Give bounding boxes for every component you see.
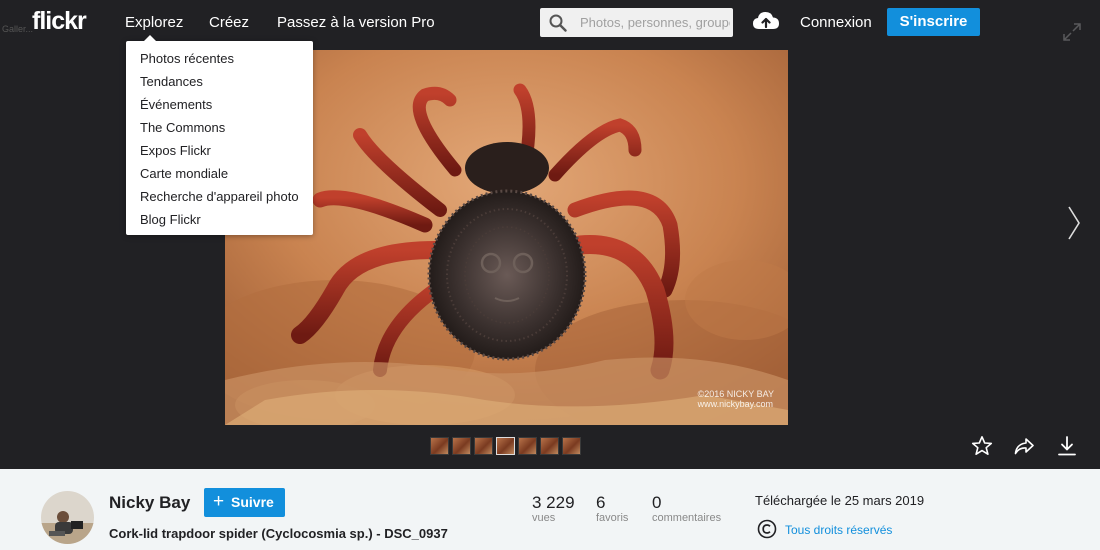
menu-item-events[interactable]: Événements — [140, 97, 212, 112]
license-link[interactable]: Tous droits réservés — [785, 523, 892, 537]
photo-page: Galler... flickr Explorez Créez Passez à… — [0, 0, 1100, 550]
comments-label: commentaires — [652, 512, 722, 524]
menu-item-trending[interactable]: Tendances — [140, 74, 203, 89]
nav-create[interactable]: Créez — [209, 14, 249, 31]
login-link[interactable]: Connexion — [800, 14, 872, 31]
favorite-star-icon[interactable] — [971, 435, 993, 457]
favorites-label: favoris — [596, 512, 629, 524]
photo-filmstrip — [430, 437, 581, 455]
filmstrip-thumbnail[interactable] — [518, 437, 537, 455]
follow-button[interactable]: + Suivre — [204, 488, 285, 517]
background-text: Galler... — [2, 24, 34, 34]
watermark-line-1: ©2016 NICKY BAY — [697, 389, 774, 399]
photo-watermark: ©2016 NICKY BAY www.nickybay.com — [698, 389, 774, 409]
download-icon[interactable] — [1056, 435, 1078, 457]
filmstrip-thumbnail[interactable] — [430, 437, 449, 455]
share-icon[interactable] — [1013, 435, 1035, 457]
upload-cloud-icon[interactable] — [752, 9, 780, 33]
expand-icon[interactable] — [1062, 22, 1082, 42]
dropdown-caret — [144, 35, 156, 41]
follow-label: Suivre — [231, 494, 274, 510]
filmstrip-thumbnail[interactable] — [474, 437, 493, 455]
comments-count: 0 — [652, 493, 662, 512]
flickr-logo[interactable]: flickr — [32, 7, 87, 36]
filmstrip-thumbnail-current[interactable] — [496, 437, 515, 455]
menu-item-world-map[interactable]: Carte mondiale — [140, 166, 228, 181]
author-avatar[interactable] — [41, 491, 94, 544]
author-name[interactable]: Nicky Bay — [109, 493, 190, 513]
photo-title: Cork-lid trapdoor spider (Cyclocosmia sp… — [109, 526, 448, 541]
copyright-icon — [757, 519, 777, 539]
menu-item-galleries[interactable]: Expos Flickr — [140, 143, 211, 158]
filmstrip-thumbnail[interactable] — [562, 437, 581, 455]
search-input[interactable] — [580, 8, 730, 37]
favorites-count: 6 — [596, 493, 606, 512]
menu-item-commons[interactable]: The Commons — [140, 120, 225, 135]
nav-explore[interactable]: Explorez — [125, 14, 183, 31]
top-navigation-bar: Galler... flickr Explorez Créez Passez à… — [0, 0, 1100, 44]
explore-dropdown-menu: Photos récentes Tendances Événements The… — [126, 35, 313, 235]
filmstrip-thumbnail[interactable] — [452, 437, 471, 455]
menu-item-camera-finder[interactable]: Recherche d'appareil photo — [140, 189, 299, 204]
menu-item-recent-photos[interactable]: Photos récentes — [140, 51, 234, 66]
photo-info-bar: Nicky Bay + Suivre Cork-lid trapdoor spi… — [0, 469, 1100, 550]
next-photo-chevron-right-icon[interactable] — [1066, 205, 1082, 241]
watermark-line-2: www.nickybay.com — [697, 399, 774, 409]
signup-button[interactable]: S'inscrire — [887, 8, 980, 36]
filmstrip-thumbnail[interactable] — [540, 437, 559, 455]
search-icon[interactable] — [549, 14, 567, 32]
views-label: vues — [532, 512, 556, 524]
plus-icon: + — [213, 491, 225, 512]
search-box[interactable] — [540, 8, 733, 37]
menu-item-flickr-blog[interactable]: Blog Flickr — [140, 212, 201, 227]
views-count: 3 229 — [532, 493, 575, 512]
nav-upgrade-pro[interactable]: Passez à la version Pro — [277, 14, 435, 31]
upload-date: Téléchargée le 25 mars 2019 — [755, 493, 925, 508]
